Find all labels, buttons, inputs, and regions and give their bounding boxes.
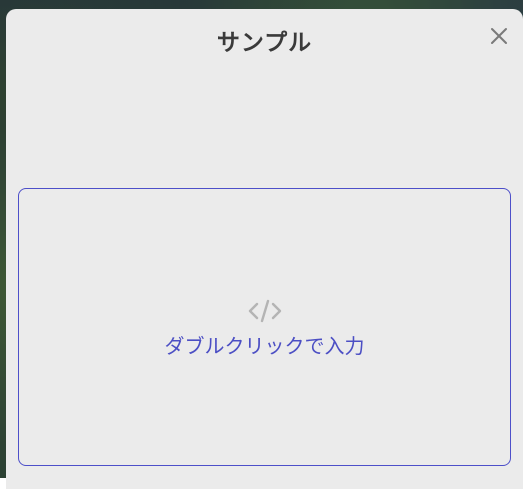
close-icon [491, 28, 507, 44]
close-button[interactable] [489, 26, 509, 46]
double-click-input-area[interactable]: ダブルクリックで入力 [18, 188, 511, 466]
input-hint: ダブルクリックで入力 [164, 334, 365, 358]
dialog-title: サンプル [216, 30, 313, 56]
dialog-panel: サンプル ダブルクリックで入力 [6, 9, 523, 489]
code-icon [248, 299, 281, 323]
